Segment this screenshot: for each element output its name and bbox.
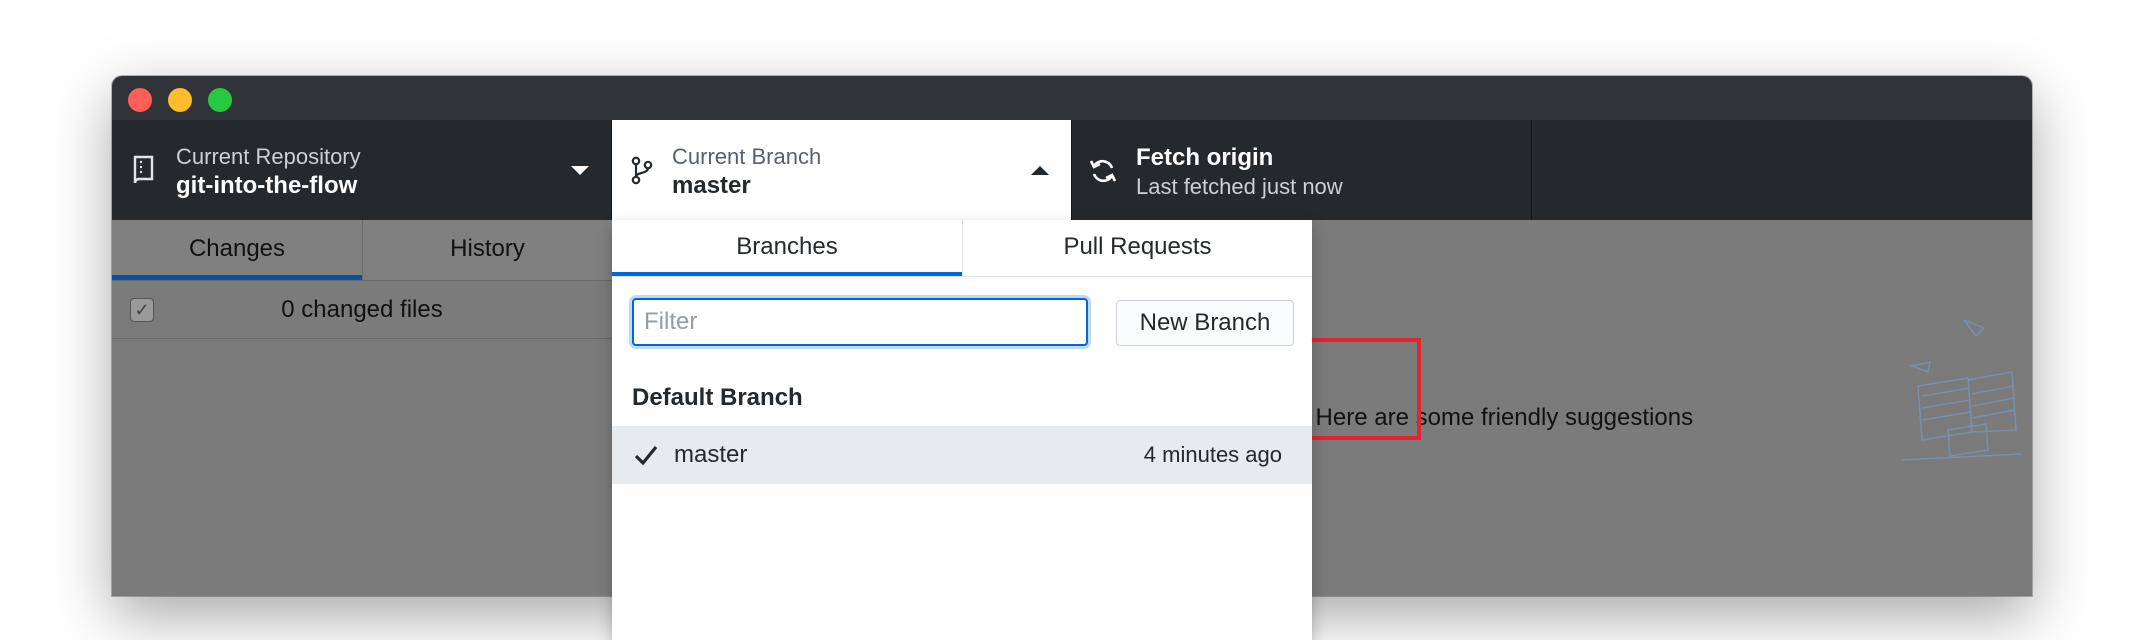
branch-last-modified: 4 minutes ago [1143,442,1282,467]
changed-files-header: ✓ 0 changed files [112,280,612,339]
current-repository-dropdown[interactable]: Current Repository git-into-the-flow [112,120,612,220]
close-window-button[interactable] [128,88,152,112]
sidebar: Changes History ✓ 0 changed files [112,220,612,596]
caret-up-icon [1031,166,1049,175]
tab-changes[interactable]: Changes [112,220,362,280]
sidebar-tabs: Changes History [112,220,612,281]
new-branch-button[interactable]: New Branch [1116,300,1294,346]
fetch-origin-label: Fetch origin [1136,144,1274,171]
branch-name: master [674,441,748,468]
empty-state-illustration [1901,320,2023,461]
branch-popover: Branches Pull Requests New Branch Defaul… [612,220,1312,640]
branch-icon [631,156,653,185]
default-branch-header: Default Branch [632,384,803,411]
current-branch-name: master [672,172,751,199]
caret-down-icon [571,166,589,175]
fetch-origin-button[interactable]: Fetch origin Last fetched just now [1072,120,1532,220]
repo-icon [133,155,154,184]
branch-list-item[interactable]: master 4 minutes ago [612,426,1312,484]
changed-files-count: 0 changed files [281,296,443,323]
branch-popover-tabs: Branches Pull Requests [612,220,1312,277]
tab-branches[interactable]: Branches [612,220,962,276]
toolbar: Current Repository git-into-the-flow Cur… [112,120,2032,220]
checkmark-icon [634,445,658,466]
branch-filter-input[interactable] [632,298,1088,346]
current-repository-name: git-into-the-flow [176,172,358,199]
sync-icon [1089,159,1117,183]
current-repository-label: Current Repository [176,144,361,169]
current-branch-dropdown[interactable]: Current Branch master [612,120,1072,220]
last-fetched-status: Last fetched just now [1136,174,1343,199]
tab-pull-requests[interactable]: Pull Requests [962,220,1312,276]
tab-history[interactable]: History [362,220,612,280]
current-branch-label: Current Branch [672,144,822,169]
minimize-window-button[interactable] [168,88,192,112]
title-bar [112,76,2032,121]
zoom-window-button[interactable] [208,88,232,112]
